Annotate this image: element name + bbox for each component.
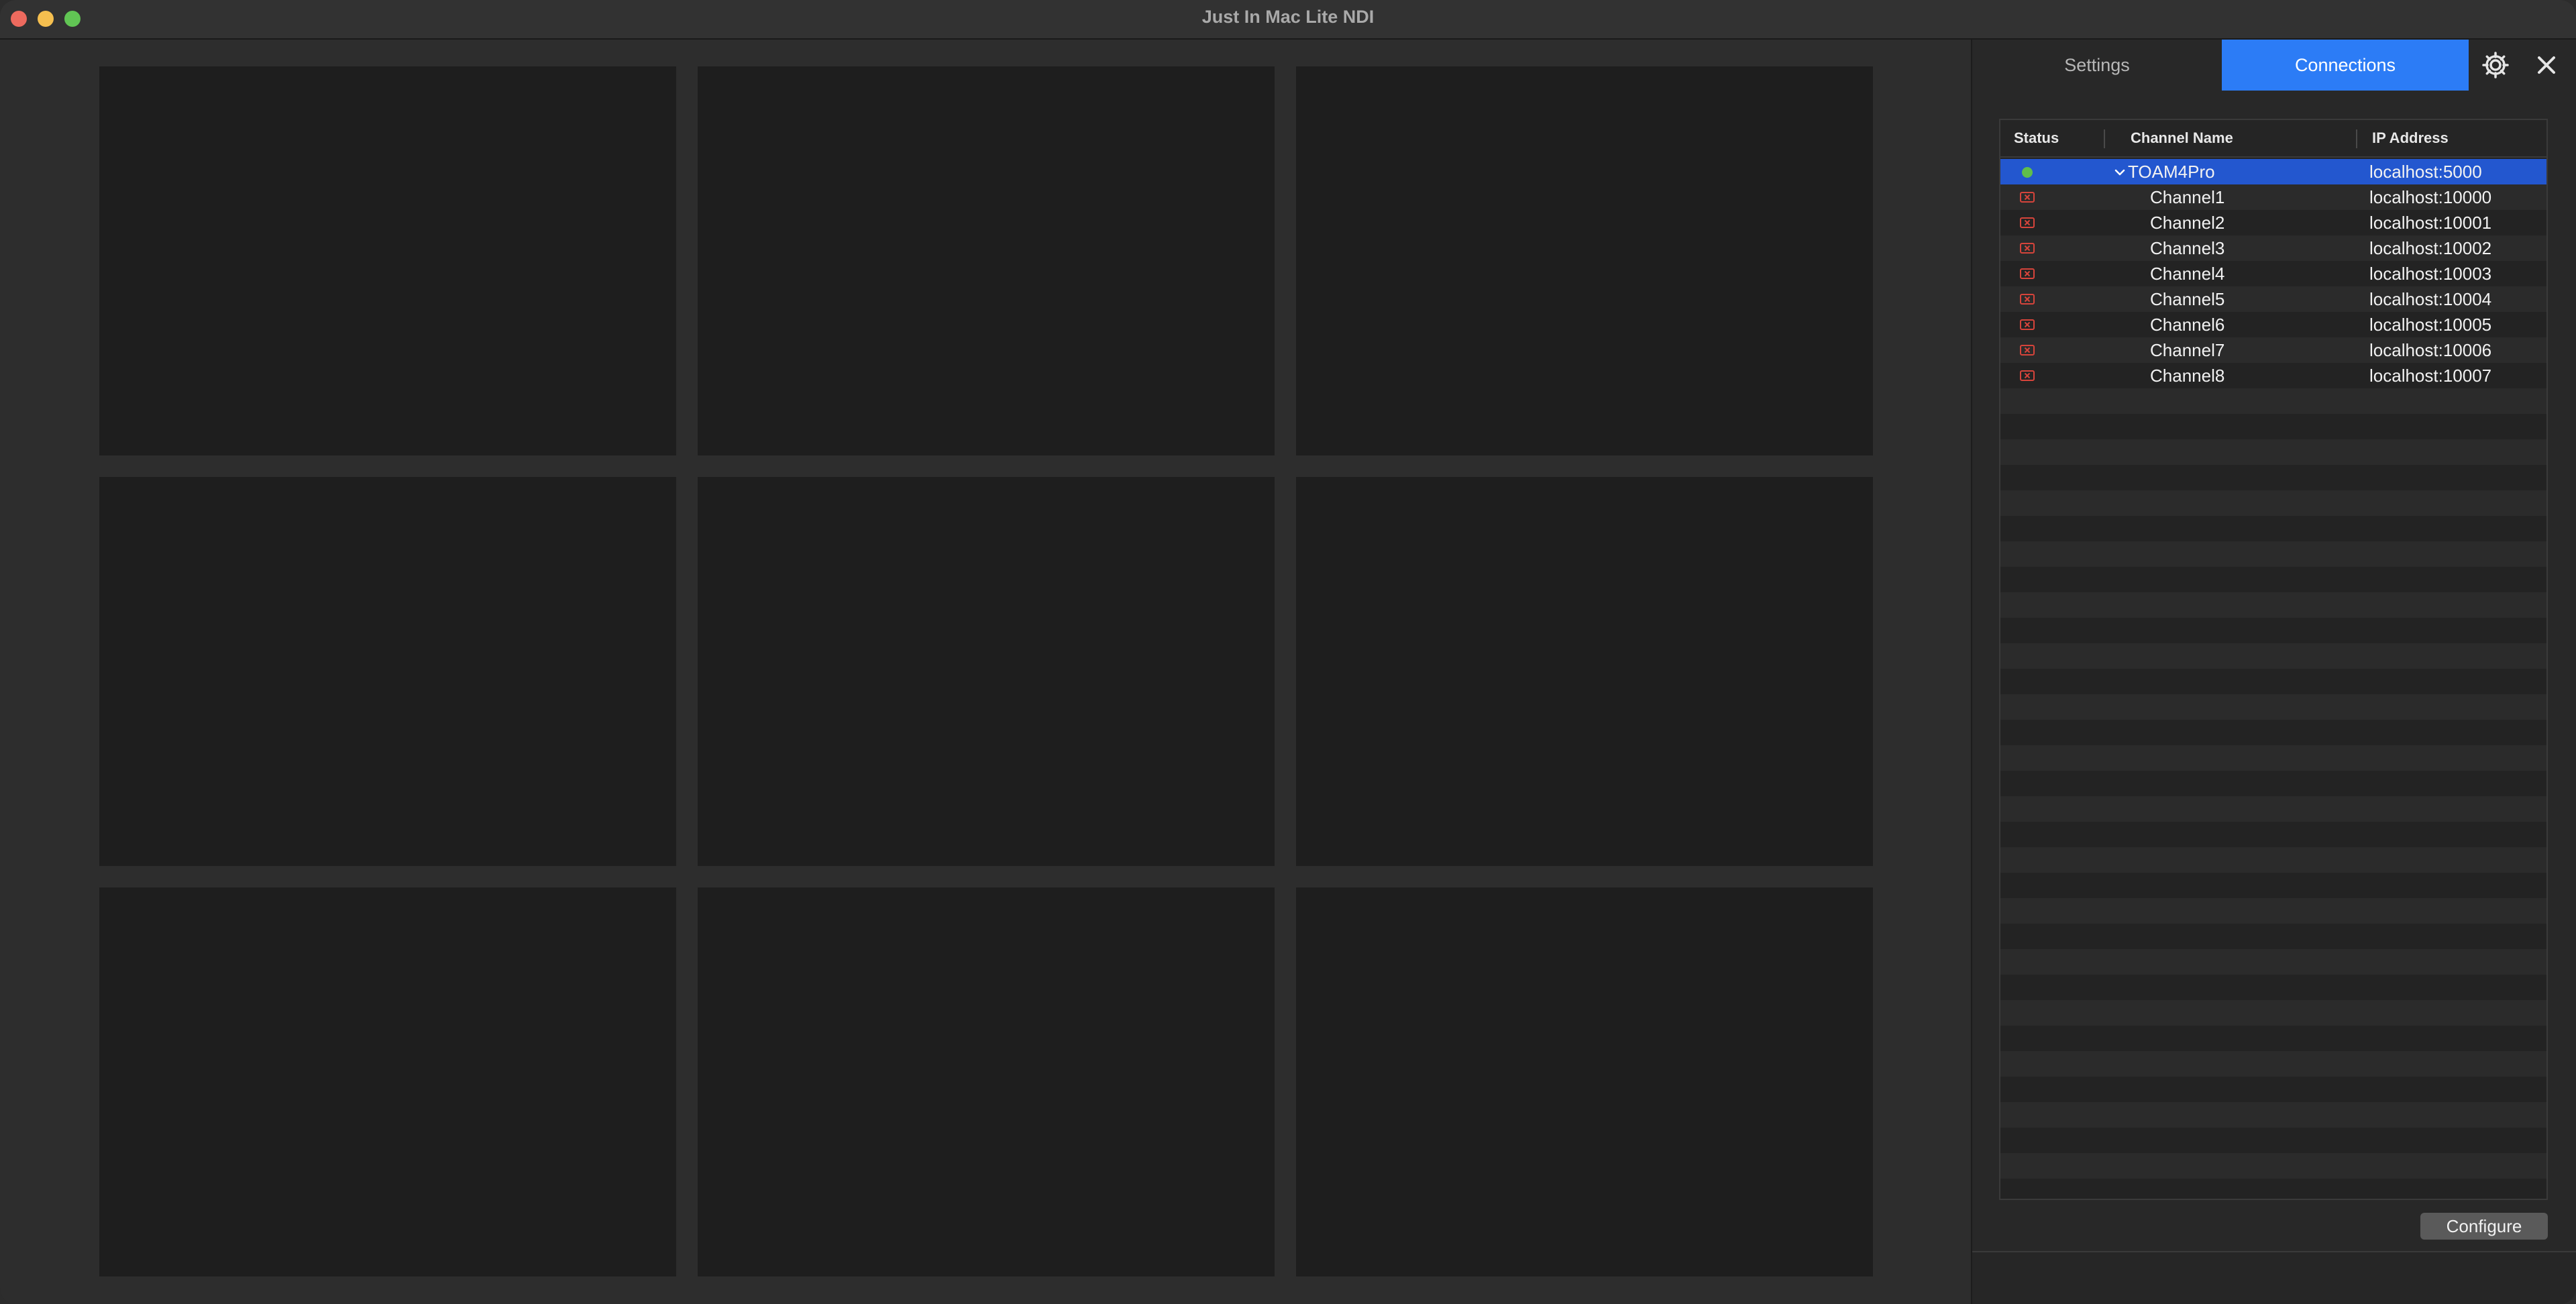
video-tile-3[interactable]: [1296, 66, 1873, 455]
empty-row: [2000, 1179, 2546, 1199]
empty-row: [2000, 669, 2546, 694]
ip-address: localhost:10005: [2369, 315, 2492, 335]
column-divider[interactable]: [2104, 129, 2105, 148]
sidebar-tabbar: Settings Connections: [1972, 40, 2576, 91]
empty-row: [2000, 949, 2546, 975]
column-header-ip-address[interactable]: IP Address: [2372, 120, 2449, 156]
empty-row: [2000, 388, 2546, 414]
empty-row: [2000, 847, 2546, 873]
chevron-down-icon[interactable]: [2113, 166, 2127, 179]
empty-row: [2000, 694, 2546, 720]
ip-address: localhost:5000: [2369, 162, 2482, 182]
empty-row: [2000, 1102, 2546, 1128]
close-icon[interactable]: [2530, 49, 2563, 81]
window-title: Just In Mac Lite NDI: [1201, 7, 1375, 27]
table-row[interactable]: Channel7 localhost:10006: [2000, 337, 2546, 363]
empty-row: [2000, 796, 2546, 822]
empty-row: [2000, 1128, 2546, 1153]
empty-row: [2000, 1077, 2546, 1102]
table-row[interactable]: TOAM4Pro localhost:5000: [2000, 159, 2546, 184]
table-row[interactable]: Channel3 localhost:10002: [2000, 235, 2546, 261]
table-row[interactable]: Channel2 localhost:10001: [2000, 210, 2546, 235]
title-bar: Just In Mac Lite NDI: [0, 0, 2576, 40]
app-window: Just In Mac Lite NDI Settings Connection…: [0, 0, 2576, 1304]
ip-address: localhost:10001: [2369, 213, 2492, 233]
table-row[interactable]: Channel8 localhost:10007: [2000, 363, 2546, 388]
empty-row: [2000, 567, 2546, 592]
status-error-icon: [2019, 268, 2035, 280]
configure-button[interactable]: Configure: [2420, 1213, 2548, 1240]
empty-row: [2000, 439, 2546, 465]
tab-connections[interactable]: Connections: [2222, 40, 2469, 91]
video-tile-6[interactable]: [1296, 477, 1873, 866]
status-error-icon: [2019, 370, 2035, 382]
channel-name: Channel4: [2150, 264, 2225, 284]
gear-icon[interactable]: [2479, 49, 2512, 81]
ip-address: localhost:10003: [2369, 264, 2492, 284]
column-header-status[interactable]: Status: [2014, 120, 2059, 156]
empty-row: [2000, 745, 2546, 771]
empty-row: [2000, 1000, 2546, 1026]
empty-row: [2000, 465, 2546, 490]
sidebar-panel: Settings Connections Status Channel Name…: [1971, 40, 2576, 1304]
video-tile-4[interactable]: [99, 477, 676, 866]
status-error-icon: [2019, 242, 2035, 254]
empty-row: [2000, 1026, 2546, 1051]
column-header-channel-name[interactable]: Channel Name: [2131, 120, 2233, 156]
empty-row: [2000, 924, 2546, 949]
status-error-icon: [2019, 191, 2035, 203]
empty-row: [2000, 1051, 2546, 1077]
table-row[interactable]: Channel5 localhost:10004: [2000, 286, 2546, 312]
connections-table[interactable]: Status Channel Name IP Address TOAM4Pro …: [1999, 119, 2548, 1200]
column-divider[interactable]: [2356, 129, 2357, 148]
channel-name: Channel6: [2150, 315, 2225, 335]
channel-name: Channel3: [2150, 238, 2225, 258]
table-row[interactable]: Channel4 localhost:10003: [2000, 261, 2546, 286]
empty-row: [2000, 516, 2546, 541]
sidebar-footer: [1972, 1251, 2576, 1304]
empty-row: [2000, 643, 2546, 669]
channel-name: Channel5: [2150, 289, 2225, 309]
empty-row: [2000, 720, 2546, 745]
status-error-icon: [2019, 319, 2035, 331]
ip-address: localhost:10006: [2369, 340, 2492, 360]
video-tile-5[interactable]: [698, 477, 1275, 866]
empty-row: [2000, 618, 2546, 643]
empty-row: [2000, 490, 2546, 516]
status-error-icon: [2019, 293, 2035, 305]
video-grid: [0, 40, 1971, 1304]
ip-address: localhost:10004: [2369, 289, 2492, 309]
empty-row: [2000, 1153, 2546, 1179]
status-connected-icon: [2022, 167, 2033, 178]
channel-name: Channel7: [2150, 340, 2225, 360]
channel-name: Channel1: [2150, 187, 2225, 207]
empty-row: [2000, 592, 2546, 618]
empty-row: [2000, 771, 2546, 796]
ip-address: localhost:10000: [2369, 187, 2492, 207]
table-row[interactable]: Channel6 localhost:10005: [2000, 312, 2546, 337]
status-error-icon: [2019, 217, 2035, 229]
status-error-icon: [2019, 344, 2035, 356]
empty-row: [2000, 822, 2546, 847]
channel-name: Channel8: [2150, 366, 2225, 386]
ip-address: localhost:10002: [2369, 238, 2492, 258]
empty-row: [2000, 898, 2546, 924]
ip-address: localhost:10007: [2369, 366, 2492, 386]
video-tile-2[interactable]: [698, 66, 1275, 455]
video-tile-7[interactable]: [99, 887, 676, 1276]
empty-row: [2000, 873, 2546, 898]
video-tile-8[interactable]: [698, 887, 1275, 1276]
video-tile-9[interactable]: [1296, 887, 1873, 1276]
tab-settings[interactable]: Settings: [1972, 40, 2222, 91]
table-header: Status Channel Name IP Address: [2000, 120, 2546, 158]
video-tile-1[interactable]: [99, 66, 676, 455]
empty-row: [2000, 975, 2546, 1000]
table-row[interactable]: Channel1 localhost:10000: [2000, 184, 2546, 210]
empty-row: [2000, 541, 2546, 567]
channel-name: Channel2: [2150, 213, 2225, 233]
channel-name: TOAM4Pro: [2128, 162, 2215, 182]
empty-row: [2000, 414, 2546, 439]
